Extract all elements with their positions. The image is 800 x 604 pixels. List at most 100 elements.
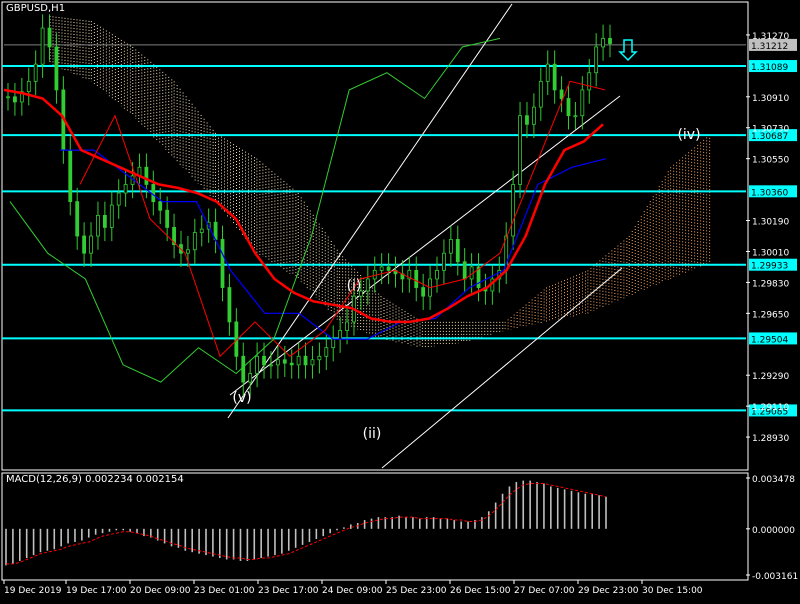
candle-body bbox=[227, 287, 232, 323]
candle-body bbox=[338, 330, 343, 340]
indicator-lines bbox=[3, 37, 607, 383]
macd-y-tick-label: 0.000000 bbox=[752, 526, 795, 536]
candle-body bbox=[269, 364, 273, 367]
x-tick-label: 25 Dec 23:00 bbox=[386, 586, 447, 596]
level-tag-text: 1.30360 bbox=[751, 188, 788, 198]
time-axis: 19 Dec 2019 19 Dec 17:00 20 Dec 09:00 23 De… bbox=[3, 580, 703, 596]
candle-body bbox=[435, 269, 439, 280]
candle-body bbox=[525, 115, 529, 125]
price-axis: 1.31270 1.30910 1.30730 1.30550 1.30190 1.300… bbox=[746, 32, 789, 444]
candle-body bbox=[379, 266, 384, 271]
x-tick-label: 29 Dec 23:00 bbox=[578, 586, 639, 596]
candle-body bbox=[68, 149, 73, 203]
channel-line[interactable] bbox=[229, 95, 621, 396]
candle-body bbox=[573, 115, 578, 118]
candle-body bbox=[552, 63, 557, 91]
x-tick-label: 20 Dec 09:00 bbox=[130, 586, 191, 596]
x-tick-label: 26 Dec 15:00 bbox=[450, 586, 511, 596]
y-tick-label: 1.29110 bbox=[752, 403, 789, 413]
candle-body bbox=[6, 96, 10, 99]
macd-pane-frame bbox=[1, 472, 749, 581]
candle-body bbox=[386, 266, 391, 271]
candle-body bbox=[186, 249, 190, 254]
candle-body bbox=[151, 184, 156, 203]
candle-body bbox=[82, 235, 87, 254]
candle-body bbox=[296, 355, 301, 366]
candle-body bbox=[158, 201, 163, 211]
wave-label: (ii) bbox=[363, 426, 382, 442]
candle-body bbox=[116, 192, 121, 206]
candle-body bbox=[566, 98, 571, 117]
candle-body bbox=[442, 252, 446, 271]
candle-body bbox=[13, 96, 17, 103]
level-tag-text: 1.29933 bbox=[751, 262, 788, 272]
y-tick-label: 1.29290 bbox=[752, 372, 789, 382]
candle-body bbox=[40, 27, 45, 65]
candle-body bbox=[54, 46, 59, 91]
candle-body bbox=[220, 239, 225, 288]
candle-body bbox=[102, 214, 107, 228]
y-tick-label: 1.29650 bbox=[752, 310, 789, 320]
level-tag: 1.31089 bbox=[749, 60, 797, 73]
candle-body bbox=[601, 37, 605, 48]
x-tick-label: 19 Dec 17:00 bbox=[66, 586, 127, 596]
candle-body bbox=[518, 115, 522, 185]
y-tick-label: 1.30010 bbox=[752, 248, 789, 258]
chart-canvas[interactable]: 1.310891.306871.303601.299331.295041.290… bbox=[0, 0, 800, 600]
price-pane-frame bbox=[1, 1, 749, 471]
level-tag-text: 1.31089 bbox=[751, 63, 788, 73]
candle-body bbox=[262, 355, 266, 366]
candle-body bbox=[345, 321, 349, 331]
macd-label: MACD(12,26,9) 0.002234 0.002154 bbox=[6, 474, 184, 485]
candle-body bbox=[538, 80, 543, 108]
level-tag: 1.29933 bbox=[749, 258, 797, 272]
candle-body bbox=[144, 166, 149, 185]
signal-arrow bbox=[618, 39, 638, 62]
macd-y-tick-label: -0.003161 bbox=[752, 572, 798, 582]
candle-body bbox=[462, 261, 467, 280]
chikou-line bbox=[9, 37, 501, 383]
y-tick-label: 1.31270 bbox=[752, 32, 789, 42]
candle-body bbox=[324, 347, 329, 357]
level-tag: 1.30360 bbox=[749, 185, 797, 198]
macd-indicator: 0.003478 0.000000 -0.003161 bbox=[5, 475, 798, 582]
candle-body bbox=[89, 235, 93, 254]
wave-label: (iv) bbox=[677, 127, 700, 143]
candle-body bbox=[331, 338, 336, 349]
y-tick-label: 1.30550 bbox=[752, 156, 789, 166]
candle-body bbox=[282, 359, 287, 364]
candle-body bbox=[96, 214, 100, 237]
x-tick-label: 19 Dec 2019 bbox=[4, 586, 62, 596]
candle-body bbox=[421, 287, 426, 297]
candle-body bbox=[255, 355, 260, 374]
candle-body bbox=[317, 355, 322, 361]
candle-body bbox=[26, 80, 31, 93]
channel-line[interactable] bbox=[381, 267, 623, 469]
candle-body bbox=[109, 204, 114, 228]
candle-body bbox=[275, 359, 280, 366]
candle-body bbox=[545, 63, 550, 82]
trend-channel[interactable] bbox=[227, 3, 623, 469]
price-marker-text: 1.31212 bbox=[751, 42, 788, 52]
candle-body bbox=[365, 278, 370, 292]
x-tick-label: 30 Dec 15:00 bbox=[642, 586, 703, 596]
wave-label: (i) bbox=[347, 278, 362, 294]
y-tick-label: 1.30910 bbox=[752, 94, 789, 104]
candle-body bbox=[310, 359, 315, 366]
candle-body bbox=[303, 355, 308, 366]
y-tick-label: 1.30730 bbox=[752, 125, 789, 135]
candle-body bbox=[248, 373, 253, 383]
symbol-label: GBPUSD,H1 bbox=[6, 3, 66, 14]
candle-body bbox=[165, 209, 170, 228]
macd-y-tick-label: 0.003478 bbox=[752, 475, 795, 485]
level-tag-text: 1.29504 bbox=[751, 335, 788, 345]
y-tick-label: 1.30190 bbox=[752, 218, 789, 228]
down-arrow-icon bbox=[618, 39, 638, 62]
candle-body bbox=[559, 89, 564, 99]
candle-body bbox=[192, 232, 197, 251]
candle-body bbox=[448, 239, 453, 254]
candle-body bbox=[608, 37, 612, 44]
chart-window[interactable]: 1.31089 1.30687 1.30360 1.29933 1.29504 1.290… bbox=[0, 0, 800, 600]
x-tick-label: 27 Dec 07:00 bbox=[514, 586, 575, 596]
candle-body bbox=[414, 269, 419, 288]
